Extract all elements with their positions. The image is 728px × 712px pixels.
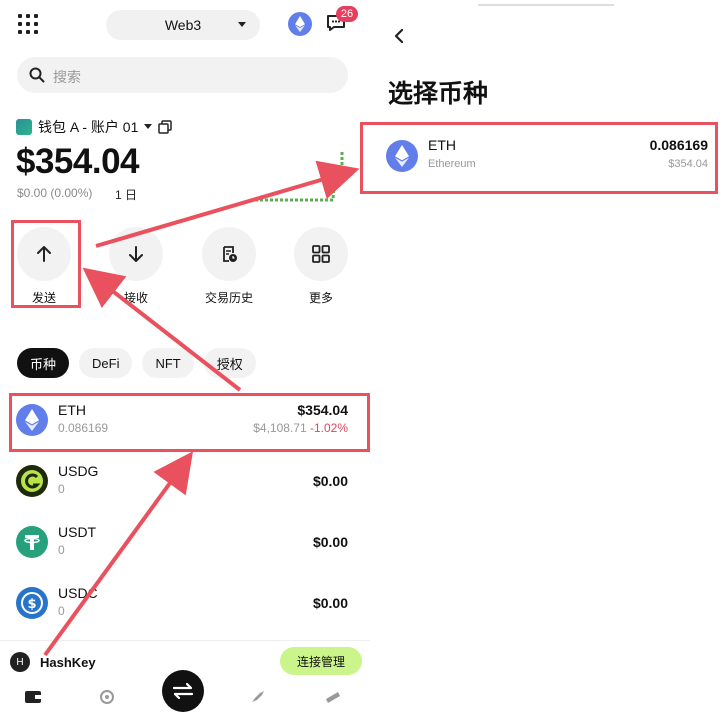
arrow-eth-to-send	[82, 267, 242, 392]
arrow-send-to-select	[95, 160, 360, 248]
annotation-arrows	[43, 160, 360, 657]
arrow-hashkey-to-eth	[43, 451, 194, 657]
